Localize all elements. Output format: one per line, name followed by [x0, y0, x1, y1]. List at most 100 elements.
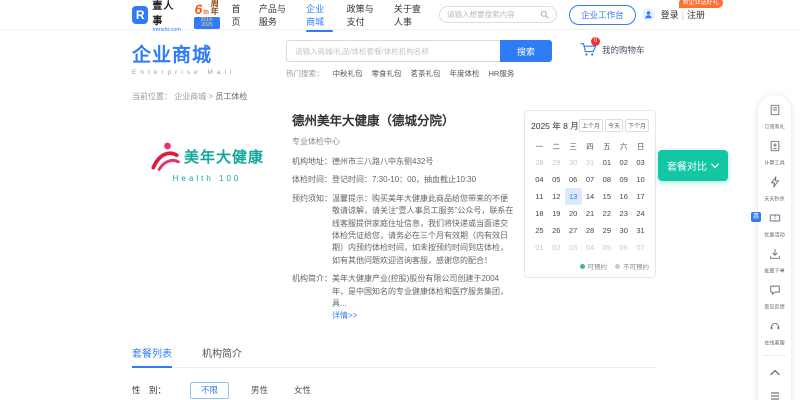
org-notice-row: 预约须知： 温馨提示：购买美年大健康此商品给您带来的不便敬请谅解，请关注“壹人事…	[292, 193, 514, 267]
calendar-day[interactable]: 11	[531, 188, 548, 205]
anniversary-suffix: th	[203, 10, 209, 16]
org-address-label: 机构地址：	[292, 156, 332, 168]
calendar-legend-item: 不可预约	[615, 261, 649, 271]
irenshi-logo[interactable]: R 壹人事 Irenshi.com	[132, 0, 182, 33]
calendar-day[interactable]: 22	[598, 205, 615, 222]
calendar-day[interactable]: 18	[531, 205, 548, 222]
gender-filter-label: 性 别：	[132, 382, 190, 399]
org-time-label: 体检时间：	[292, 174, 332, 186]
hot-search-link[interactable]: 中秋礼包	[333, 68, 363, 79]
hot-search-link[interactable]: 茗茶礼包	[411, 68, 441, 79]
chevron-up-icon	[770, 369, 780, 376]
calendar-day[interactable]: 10	[632, 171, 649, 188]
calendar-day[interactable]: 13	[565, 188, 582, 205]
calendar-legend-item: 可预约	[580, 261, 608, 271]
calendar-day[interactable]: 20	[565, 205, 582, 222]
calendar-nav-button[interactable]: 上个月	[579, 119, 603, 132]
nav-item[interactable]: 企业商城	[306, 0, 333, 32]
calculator-icon	[769, 140, 781, 152]
calendar-day[interactable]: 24	[632, 205, 649, 222]
calendar-day: 28	[531, 154, 548, 171]
toolbar-item-label: 订阅有礼	[760, 123, 788, 131]
calendar-day[interactable]: 12	[548, 188, 565, 205]
calendar-nav-button[interactable]: 下个月	[625, 119, 649, 132]
nav-item[interactable]: 首页	[232, 0, 245, 32]
cart-button[interactable]: 0 我的购物车	[580, 42, 645, 57]
calendar-day[interactable]: 15	[598, 188, 615, 205]
back-to-top-button[interactable]	[758, 360, 791, 384]
calendar-day[interactable]: 31	[632, 222, 649, 239]
calendar-days: 2829303101020304050607080910111213141516…	[531, 154, 649, 256]
login-link[interactable]: 登录	[661, 8, 679, 21]
toolbar-item-feedback[interactable]: 意见反馈	[758, 283, 791, 311]
toolbar-divider	[763, 355, 786, 356]
calendar-day[interactable]: 07	[582, 171, 599, 188]
breadcrumb-home[interactable]: 企业商城	[174, 92, 206, 101]
calendar-day[interactable]: 14	[582, 188, 599, 205]
toolbar-item-flash-sale[interactable]: 天天秒杀	[758, 175, 791, 203]
calendar-day[interactable]: 27	[565, 222, 582, 239]
calendar-day[interactable]: 02	[615, 154, 632, 171]
mall-search-block: 搜索 热门搜索： 中秋礼包零食礼包茗茶礼包年度体检 HR服务	[286, 40, 552, 79]
calendar-weekdays: 一二三四五六日	[531, 141, 649, 152]
toolbar-item-service[interactable]: 在线客服	[758, 319, 791, 347]
toolbar-item-calculator[interactable]: 计算工具	[758, 139, 791, 167]
hot-search-link[interactable]: HR服务	[489, 68, 515, 79]
calendar-buttons: 上个月今天下个月	[579, 119, 649, 132]
nav-item[interactable]: 产品与服务	[259, 0, 292, 32]
calendar-day[interactable]: 23	[615, 205, 632, 222]
mall-search-button[interactable]: 搜索	[500, 40, 552, 62]
calendar-day[interactable]: 19	[548, 205, 565, 222]
register-link[interactable]: 注册	[687, 8, 705, 21]
mall-search-input[interactable]	[286, 40, 500, 62]
calendar-day[interactable]: 26	[548, 222, 565, 239]
hot-search-label: 热门搜索：	[286, 68, 324, 79]
top-search-input[interactable]	[447, 10, 540, 19]
calendar-day[interactable]: 28	[582, 222, 599, 239]
tab-package-list[interactable]: 套餐列表	[132, 345, 172, 367]
toolbar-item-coupon[interactable]: 惠 优惠活动	[758, 211, 791, 239]
calendar-day[interactable]: 17	[632, 188, 649, 205]
calendar-nav-button[interactable]: 今天	[605, 119, 623, 132]
gender-option[interactable]: 不限	[190, 382, 229, 399]
calendar-day[interactable]: 16	[615, 188, 632, 205]
toolbar-item-label: 计算工具	[760, 159, 788, 167]
legend-dot-icon	[615, 264, 620, 269]
org-title: 德州美年大健康（德城分院）	[292, 110, 514, 129]
calendar-day: 01	[531, 239, 548, 256]
top-nav: 首页产品与服务企业商城政策与支付关于壹人事	[232, 0, 428, 32]
breadcrumb-separator: >	[208, 92, 213, 101]
calendar-day[interactable]: 06	[565, 171, 582, 188]
calendar-day[interactable]: 03	[632, 154, 649, 171]
calendar-day[interactable]: 08	[598, 171, 615, 188]
workbench-button[interactable]: 企业工作台	[569, 5, 636, 25]
coupon-icon	[769, 212, 781, 224]
calendar-day[interactable]: 29	[598, 222, 615, 239]
calendar-day[interactable]: 04	[531, 171, 548, 188]
calendar-day[interactable]: 25	[531, 222, 548, 239]
hot-search-link[interactable]: 零食礼包	[372, 68, 402, 79]
tab-org-intro[interactable]: 机构简介	[202, 345, 242, 367]
calendar-day[interactable]: 21	[582, 205, 599, 222]
top-search[interactable]	[439, 6, 557, 23]
anniversary-badge: 6 th 周年 2019-2025	[194, 0, 219, 29]
calendar-day: 04	[582, 239, 599, 256]
toolbar-item-batch-order[interactable]: 批量下单	[758, 247, 791, 275]
nav-item[interactable]: 关于壹人事	[394, 0, 427, 32]
mall-logo[interactable]: 企业商城 Enterprise Mall	[132, 40, 284, 76]
hot-search-link[interactable]: 年度体检	[450, 68, 480, 79]
gender-option[interactable]: 女性	[294, 385, 311, 395]
calendar-legend: 可预约不可预约	[531, 261, 649, 271]
calendar-day[interactable]: 09	[615, 171, 632, 188]
org-intro-detail-link[interactable]: 详情>>	[332, 311, 357, 320]
nav-item[interactable]: 政策与支付	[347, 0, 380, 32]
calendar-day[interactable]: 30	[615, 222, 632, 239]
calendar-day[interactable]: 01	[598, 154, 615, 171]
toolbar-item-subscribe[interactable]: 订阅有礼	[758, 103, 791, 131]
promo-badge: 新企业送好礼	[679, 0, 723, 8]
calendar-day[interactable]: 05	[548, 171, 565, 188]
toolbar-menu-button[interactable]	[758, 384, 791, 400]
compare-packages-button[interactable]: 套餐对比	[658, 150, 728, 181]
gender-option[interactable]: 男性	[251, 385, 268, 395]
topbar-right: 企业工作台 新企业送好礼 登录 | 注册	[569, 5, 705, 25]
